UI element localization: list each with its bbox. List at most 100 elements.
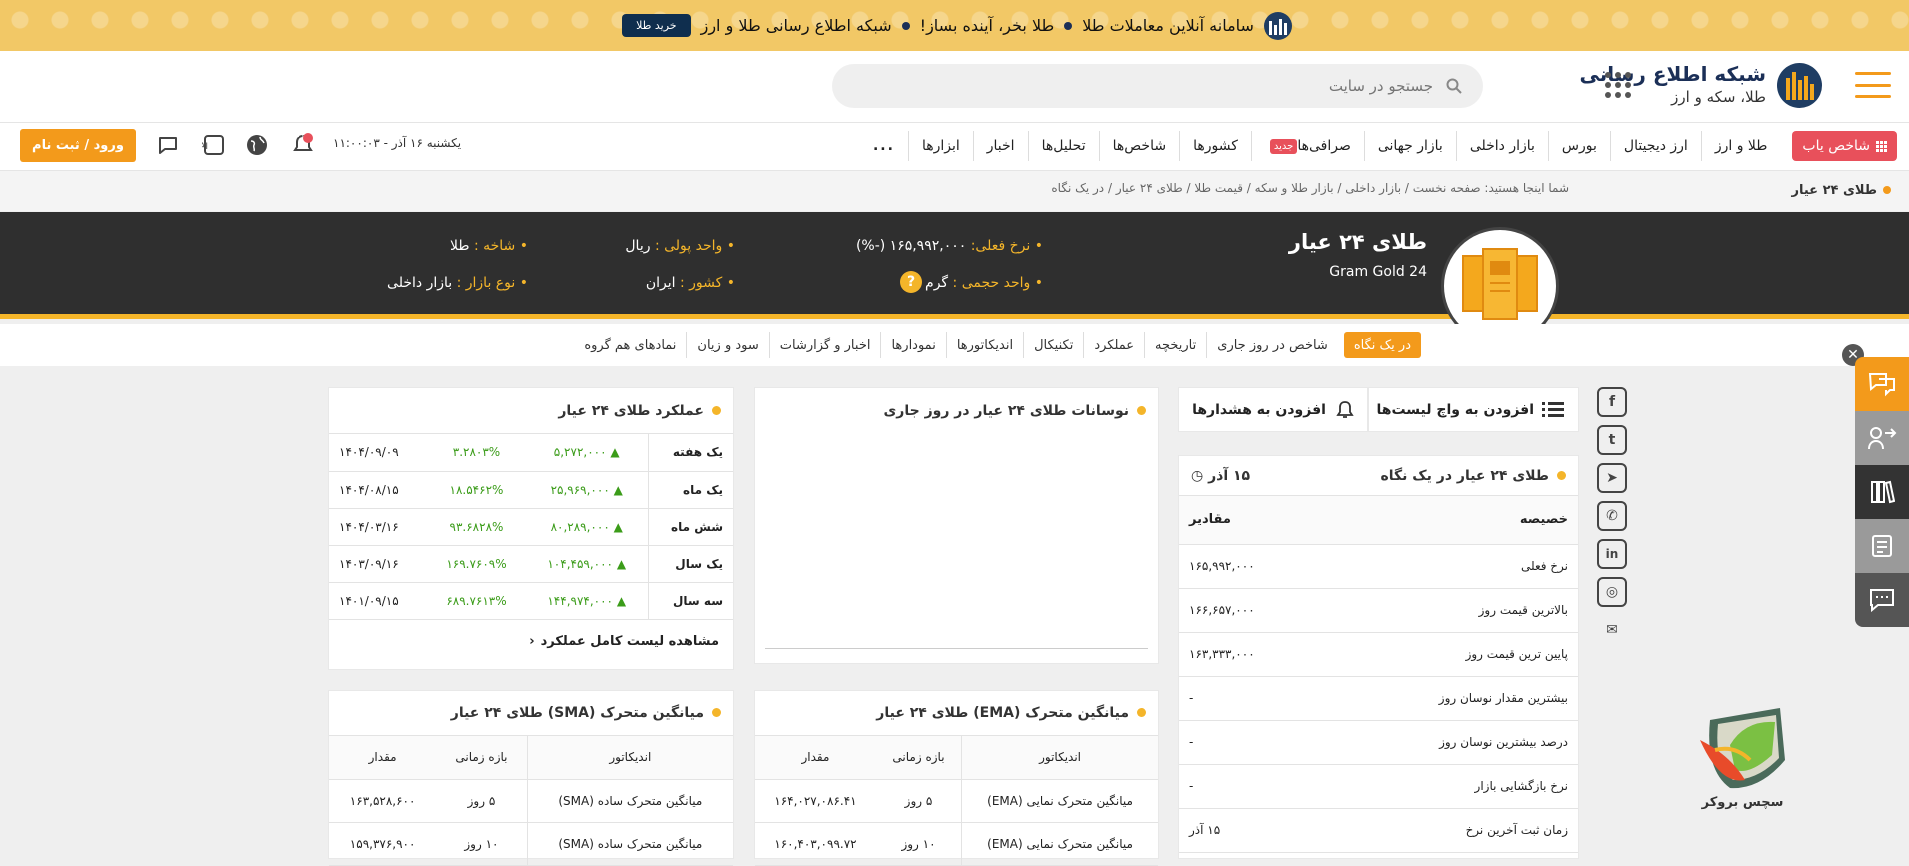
indicator-period: ۵ روز bbox=[875, 779, 962, 823]
nav-global[interactable]: بازار جهانی bbox=[1363, 131, 1456, 161]
linkedin-icon[interactable]: in bbox=[1597, 539, 1627, 569]
sma-title: میانگین متحرک (SMA) طلای ۲۴ عیار bbox=[451, 705, 721, 721]
broker-ad-logo[interactable]: سچس بروکر bbox=[1690, 700, 1795, 815]
login-register-button[interactable]: ورود / ثبت نام bbox=[20, 129, 136, 162]
change-percent: ۳.۲۸۰۳% bbox=[427, 434, 526, 472]
row-key: بالاترین قیمت روز bbox=[1324, 588, 1578, 633]
col-period: بازه زمانی bbox=[875, 736, 962, 780]
base-date: ۱۴۰۱/۰۹/۱۵ bbox=[329, 582, 428, 620]
whatsapp-icon[interactable]: ✆ bbox=[1597, 501, 1627, 531]
row-key: درصد بیشترین نوسان روز bbox=[1324, 720, 1578, 765]
ema-card: میانگین متحرک (EMA) طلای ۲۴ عیار اندیکات… bbox=[754, 690, 1159, 866]
ema-table: اندیکاتور بازه زمانی مقدار میانگین متحرک ن… bbox=[755, 736, 1158, 866]
exchange-icon[interactable] bbox=[1855, 411, 1909, 465]
indicator-value: ۱۶۳,۵۲۸,۶۰۰ bbox=[329, 779, 437, 823]
globe-icon[interactable] bbox=[245, 133, 269, 157]
email-icon[interactable]: ✉ bbox=[1597, 615, 1627, 645]
performance-card: عملکرد طلای ۲۴ عیار یک هفته ▲ ۵,۲۷۲,۰۰۰ ۳.… bbox=[328, 387, 734, 670]
tab-overview[interactable]: در یک نگاه bbox=[1343, 332, 1421, 358]
index-finder-button[interactable]: شاخص یاب bbox=[1792, 131, 1897, 161]
nav-indices[interactable]: شاخص‌ها bbox=[1098, 131, 1179, 161]
ema-header: میانگین متحرک (EMA) طلای ۲۴ عیار bbox=[755, 691, 1158, 736]
table-header-row: اندیکاتور بازه زمانی مقدار bbox=[329, 736, 733, 780]
sma-card: میانگین متحرک (SMA) طلای ۲۴ عیار اندیکات… bbox=[328, 690, 734, 866]
add-to-alerts-button[interactable]: افزودن به هشدارها bbox=[1178, 387, 1368, 432]
row-value: ۱۶۳,۳۳۳,۰۰۰ bbox=[1179, 632, 1325, 677]
banner-text-slogan[interactable]: طلا بخر، آینده بساز! bbox=[920, 16, 1055, 35]
nav-stock[interactable]: بورس bbox=[1547, 131, 1610, 161]
ai-icon[interactable]: AI bbox=[202, 133, 226, 157]
up-arrow-icon: ▲ bbox=[613, 482, 623, 497]
nav-gold-fx[interactable]: طلا و ارز bbox=[1700, 131, 1781, 161]
rate-label: نرخ فعلی: bbox=[971, 238, 1043, 254]
tab-peers[interactable]: نمادهای هم گروه bbox=[574, 332, 686, 358]
search-input[interactable] bbox=[832, 64, 1483, 108]
tab-performance[interactable]: عملکرد bbox=[1083, 332, 1144, 358]
help-icon[interactable]: ? bbox=[900, 271, 922, 293]
tab-technical[interactable]: تکنیکال bbox=[1023, 332, 1083, 358]
hero-country: کشور : ایران bbox=[646, 275, 735, 291]
banner-text-trade[interactable]: سامانه آنلاین معاملات طلا bbox=[1082, 16, 1254, 35]
new-badge: جدید bbox=[1269, 138, 1298, 154]
breadcrumb[interactable]: شما اینجا هستید: صفحه نخست / بازار داخلی… bbox=[1051, 181, 1569, 195]
twitter-icon[interactable]: t bbox=[1597, 425, 1627, 455]
table-header-row: خصیصه مقادیر bbox=[1179, 496, 1578, 545]
telegram-icon[interactable]: ➤ bbox=[1597, 463, 1627, 493]
facebook-icon[interactable]: f bbox=[1597, 387, 1627, 417]
change-cell: ▲ ۱۰۴,۴۵۹,۰۰۰ bbox=[525, 545, 648, 583]
banner-separator-dot bbox=[1064, 21, 1073, 30]
table-row: یک ماه ▲ ۲۵,۹۶۹,۰۰۰ ۱۸.۵۴۶۲% ۱۴۰۴/۰۸/۱۵ bbox=[329, 471, 733, 509]
nav-crypto[interactable]: ارز دیجیتال bbox=[1609, 131, 1701, 161]
nav-domestic[interactable]: بازار داخلی bbox=[1455, 131, 1548, 161]
hero-branch: شاخه : طلا bbox=[450, 238, 528, 254]
hero-currency-unit: واحد پولی : ریال bbox=[625, 238, 735, 254]
glance-title: طلای ۲۴ عیار در یک نگاه bbox=[1381, 468, 1566, 484]
nav-countries[interactable]: کشورها bbox=[1179, 131, 1251, 161]
volume-value: گرم bbox=[925, 275, 949, 291]
hero-volume-unit: واحد حجمی : گرم bbox=[925, 275, 1043, 291]
row-key: پایین ترین قیمت روز bbox=[1324, 632, 1578, 677]
chevron-left-icon: ‹ bbox=[529, 634, 535, 649]
glance-header: طلای ۲۴ عیار در یک نگاه ۱۵ آذر ◷ bbox=[1179, 456, 1578, 496]
chart-baseline bbox=[765, 648, 1148, 649]
instagram-icon[interactable]: ◎ bbox=[1597, 577, 1627, 607]
nav-tools[interactable]: ابزارها bbox=[907, 131, 973, 161]
nav-more-button[interactable]: ... bbox=[860, 131, 908, 161]
add-to-watchlist-button[interactable]: افزودن به واچ لیست‌ها bbox=[1368, 387, 1579, 432]
tab-profit-loss[interactable]: سود و زیان bbox=[686, 332, 768, 358]
top-banner: سامانه آنلاین معاملات طلا طلا بخر، آینده… bbox=[0, 0, 1909, 51]
table-row: درصد بیشترین نوسان روز - bbox=[1179, 720, 1578, 765]
report-icon[interactable] bbox=[1855, 519, 1909, 573]
hamburger-menu-icon[interactable] bbox=[1855, 72, 1891, 98]
change-percent: ۱۶۹.۷۶۰۹% bbox=[427, 545, 526, 583]
tab-indicators[interactable]: اندیکاتورها bbox=[945, 332, 1023, 358]
row-value: ۱۵ آذر bbox=[1179, 808, 1325, 853]
nav-analysis[interactable]: تحلیل‌ها bbox=[1027, 131, 1099, 161]
ema-title: میانگین متحرک (EMA) طلای ۲۴ عیار bbox=[876, 705, 1146, 721]
nav-exchanges[interactable]: صرافی‌ها جدید bbox=[1250, 131, 1364, 161]
chat-icon[interactable] bbox=[156, 133, 180, 157]
sma-header: میانگین متحرک (SMA) طلای ۲۴ عیار bbox=[329, 691, 733, 736]
tab-charts[interactable]: نمودارها bbox=[880, 332, 945, 358]
site-logo[interactable] bbox=[1777, 63, 1822, 108]
row-key: بیشترین مقدار نوسان روز bbox=[1324, 676, 1578, 721]
indicator-period: ۵ روز bbox=[436, 779, 528, 823]
view-full-performance-link[interactable]: مشاهده لیست کامل عملکرد ‹ bbox=[329, 620, 733, 664]
col-values: مقادیر bbox=[1179, 496, 1325, 545]
search-icon[interactable] bbox=[1446, 78, 1462, 94]
library-icon[interactable] bbox=[1855, 465, 1909, 519]
rate-value: ۱۶۵,۹۹۲,۰۰۰ (-%) bbox=[855, 238, 967, 254]
buy-gold-button[interactable]: خرید طلا bbox=[622, 14, 691, 37]
tab-history[interactable]: تاریخچه bbox=[1144, 332, 1206, 358]
banner-text-network[interactable]: شبکه اطلاع رسانی طلا و ارز bbox=[701, 16, 892, 35]
support-chat-icon[interactable] bbox=[1855, 357, 1909, 411]
nav-news[interactable]: اخبار bbox=[972, 131, 1028, 161]
base-date: ۱۴۰۴/۰۳/۱۶ bbox=[329, 508, 428, 546]
tab-news[interactable]: اخبار و گزارشات bbox=[768, 332, 881, 358]
nav-exchanges-label: صرافی‌ها bbox=[1297, 138, 1351, 154]
message-icon[interactable] bbox=[1855, 573, 1909, 627]
apps-grid-icon[interactable] bbox=[1605, 72, 1631, 98]
tab-intraday[interactable]: شاخص در روز جاری bbox=[1206, 332, 1338, 358]
table-row: زمان ثبت آخرین نرخ ۱۵ آذر bbox=[1179, 808, 1578, 853]
change-value: ۵,۲۷۲,۰۰۰ bbox=[553, 445, 607, 460]
